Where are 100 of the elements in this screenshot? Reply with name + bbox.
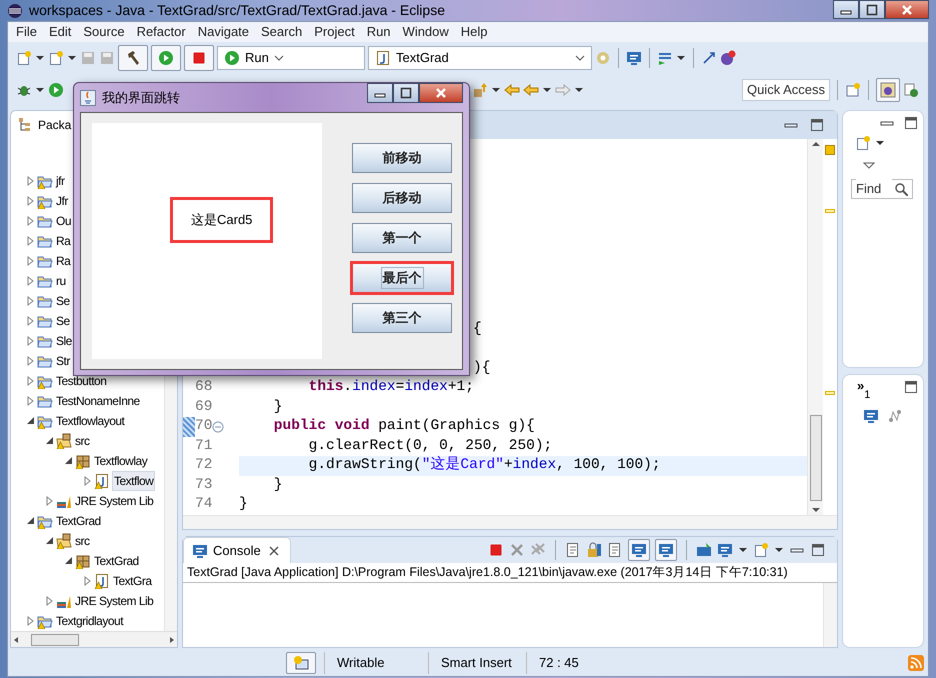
tree-item[interactable]: Textflow [112,471,156,491]
collapsed-arrow-icon[interactable] [44,595,54,607]
launch-config-combo[interactable]: TextGrad [368,46,592,70]
menu-item[interactable]: Edit [42,22,78,42]
menu-item[interactable]: Project [308,22,361,42]
find-field[interactable]: Find [851,178,913,198]
window-icon[interactable] [293,655,309,671]
collapsed-arrow-icon[interactable] [25,215,35,227]
expanded-arrow-icon[interactable] [44,435,54,447]
warning-marker[interactable] [825,209,835,213]
expanded-arrow-icon[interactable] [63,555,73,567]
tree-item[interactable]: Ra [55,252,72,270]
collapsed-arrow-icon[interactable] [44,495,54,507]
maximize-icon[interactable] [398,85,414,101]
scroll-lock-icon[interactable] [586,542,602,558]
perspective-icon[interactable] [845,82,861,98]
expanded-arrow-icon[interactable] [63,455,73,467]
maximize-icon[interactable] [809,117,825,133]
collapsed-arrow-icon[interactable] [25,235,35,247]
monitor-icon[interactable] [626,50,642,66]
monitor-icon[interactable] [863,408,879,424]
maximize-icon[interactable] [810,542,826,558]
tree-item[interactable]: TextGra [112,572,153,590]
tree-item[interactable]: Sle [55,332,73,350]
new-file-icon[interactable] [48,50,64,66]
maximize-icon[interactable] [903,379,919,395]
tree-item[interactable]: JRE System Lib [74,592,154,610]
tree-item[interactable]: Textgridlayout [55,612,124,630]
minimize-button[interactable] [833,0,859,19]
java-perspective-button[interactable] [876,78,900,102]
run-icon[interactable] [158,50,174,66]
menu-item[interactable]: Search [255,22,308,42]
java-file-icon[interactable] [375,50,391,66]
hammer-icon[interactable] [125,50,141,66]
menu-item[interactable]: Help [454,22,494,42]
tree-item[interactable]: Str [55,352,71,370]
collapsed-arrow-icon[interactable] [25,295,35,307]
maximize-button[interactable] [393,83,419,103]
scrollbar-thumb[interactable] [810,415,822,501]
chevron-down-icon[interactable] [863,160,875,171]
collapsed-arrow-icon[interactable] [25,355,35,367]
dialog-button[interactable]: 最后个 [352,263,452,293]
close-button[interactable] [419,83,463,103]
tree-item[interactable]: TextGrad [55,512,102,530]
tree-item[interactable]: JRE System Lib [74,492,154,510]
collapsed-arrow-icon[interactable] [25,175,35,187]
tree-item[interactable]: Textflowlay [93,452,148,470]
tree-item[interactable]: jfr [55,172,66,190]
dialog-button[interactable]: 前移动 [352,143,452,173]
overflow-chevron[interactable]: » [847,379,864,392]
tree-item[interactable]: TextGrad [93,552,140,570]
minimize-button[interactable] [367,83,393,103]
menu-item[interactable]: Source [77,22,131,42]
override-marker[interactable] [183,417,195,438]
menu-item[interactable]: File [10,22,43,42]
expanded-arrow-icon[interactable] [44,535,54,547]
status-button[interactable] [286,652,316,674]
build-button[interactable] [118,45,148,71]
collapsed-arrow-icon[interactable] [25,315,35,327]
new-console-icon[interactable] [753,542,769,558]
tree-item[interactable]: Ra [55,232,72,250]
collapsed-arrow-icon[interactable] [25,375,35,387]
maximize-icon[interactable] [903,115,919,131]
list-icon[interactable] [657,50,673,66]
new-file-icon[interactable] [16,50,32,66]
collapsed-arrow-icon[interactable] [25,395,35,407]
tree-item[interactable]: Jfr [55,192,69,210]
graph-icon[interactable] [887,408,903,424]
tree-item[interactable]: Se [55,312,71,330]
tree-item[interactable]: Testbutton [55,372,108,390]
collapsed-arrow-icon[interactable] [25,195,35,207]
pin-console-icon[interactable] [696,542,712,558]
tree-item[interactable]: TestNonameInne [55,392,141,410]
fold-icon[interactable] [212,421,224,434]
tree-item[interactable]: ru [55,272,67,290]
tree-item[interactable]: Se [55,292,71,310]
stop-button[interactable] [184,45,214,71]
menu-item[interactable]: Refactor [130,22,192,42]
expanded-arrow-icon[interactable] [25,415,35,427]
run-icon[interactable] [224,50,240,66]
maximize-button[interactable] [859,0,885,19]
warning-marker[interactable] [825,145,835,155]
console-icon[interactable] [192,542,208,558]
tree-item[interactable]: src [74,532,90,550]
collapsed-arrow-icon[interactable] [25,275,35,287]
quick-access-field[interactable]: Quick Access [742,79,830,101]
collapsed-arrow-icon[interactable] [82,575,92,587]
scrollbar-thumb[interactable] [31,634,79,646]
menu-item[interactable]: Window [396,22,455,42]
tree-item[interactable]: Textflowlayout [55,412,126,430]
collapsed-arrow-icon[interactable] [82,475,92,487]
tree-item[interactable]: Ou [55,212,72,230]
menu-item[interactable]: Navigate [192,22,256,42]
collapsed-arrow-icon[interactable] [25,255,35,267]
stop-icon[interactable] [488,542,504,558]
debug-perspective-icon[interactable] [903,82,919,98]
info-icon[interactable] [720,50,736,66]
menu-item[interactable]: Run [360,22,397,42]
collapsed-arrow-icon[interactable] [25,615,35,627]
dialog-button[interactable]: 后移动 [352,183,452,213]
